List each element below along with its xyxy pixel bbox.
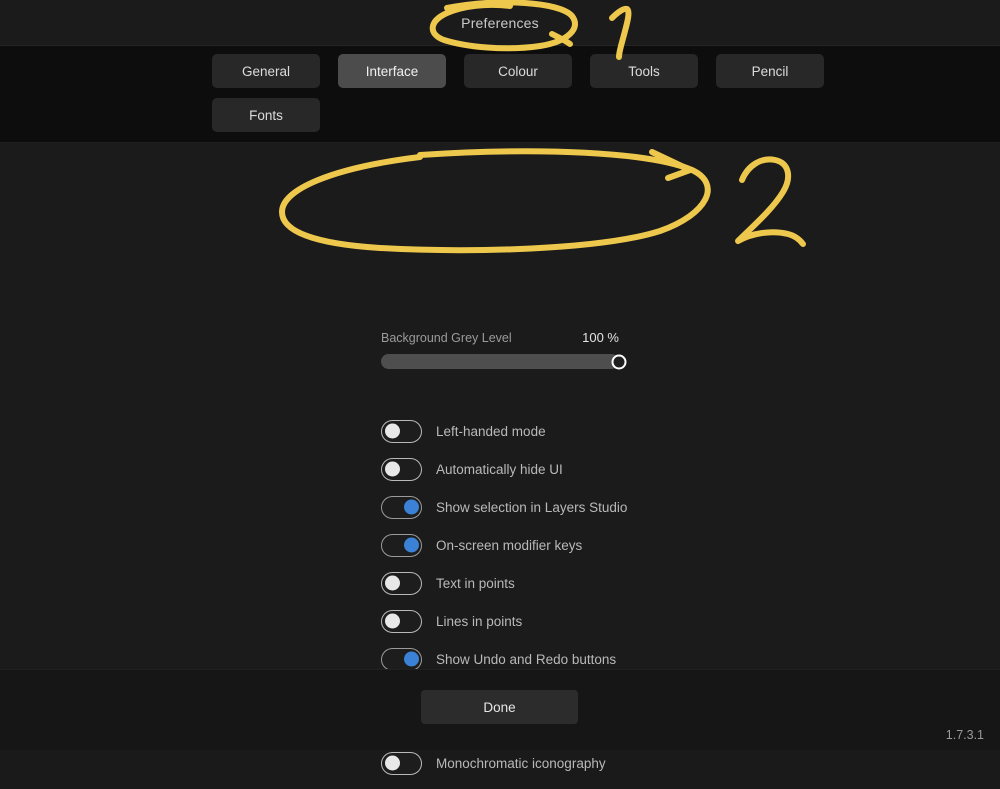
toggle-knob — [384, 613, 400, 629]
toggle-switch[interactable] — [381, 647, 422, 671]
toggle-switch[interactable] — [381, 495, 422, 519]
toggle-row: Text in points — [381, 571, 627, 595]
tab-fonts[interactable]: Fonts — [212, 98, 320, 132]
toggle-label: Monochromatic iconography — [436, 755, 606, 771]
toggle-row: Monochromatic iconography — [381, 751, 627, 775]
page-title: Preferences — [461, 14, 539, 31]
toggle-row: On-screen modifier keys — [381, 533, 627, 557]
slider-knob[interactable] — [611, 354, 627, 369]
toggle-switch[interactable] — [381, 609, 422, 633]
toggle-row: Show Undo and Redo buttons — [381, 647, 627, 671]
toggle-row: Lines in points — [381, 609, 627, 633]
slider-label: Background Grey Level — [381, 331, 512, 345]
toggle-switch[interactable] — [381, 419, 422, 443]
toggle-switch[interactable] — [381, 533, 422, 557]
background-grey-level-control: Background Grey Level 100 % — [381, 330, 627, 369]
tab-general[interactable]: General — [212, 54, 320, 88]
preferences-window: Preferences General Interface Colour Tools P… — [0, 0, 1000, 775]
toggle-label: Automatically hide UI — [436, 461, 563, 477]
toggle-knob — [403, 651, 419, 667]
tab-interface[interactable]: Interface — [338, 54, 446, 88]
tab-bar: General Interface Colour Tools Pencil Fonts — [0, 46, 1000, 143]
toggle-label: Lines in points — [436, 613, 523, 629]
toggle-row: Left-handed mode — [381, 419, 627, 443]
tab-pencil[interactable]: Pencil — [716, 54, 824, 88]
tab-row-primary: General Interface Colour Tools Pencil — [212, 54, 1000, 88]
tab-row-secondary: Fonts — [212, 98, 1000, 132]
tab-colour[interactable]: Colour — [464, 54, 572, 88]
version-label: 1.7.3.1 — [945, 728, 984, 742]
toggle-knob — [384, 575, 400, 591]
toggle-knob — [403, 499, 419, 515]
tab-tools[interactable]: Tools — [590, 54, 698, 88]
background-grey-level-slider[interactable] — [381, 354, 627, 369]
interface-settings-panel: Background Grey Level 100 % Left-handed … — [0, 143, 1000, 775]
slider-value: 100 % — [582, 330, 619, 345]
toggle-switch[interactable] — [381, 751, 422, 775]
toggle-switch[interactable] — [381, 457, 422, 481]
toggle-row: Show selection in Layers Studio — [381, 495, 627, 519]
slider-header: Background Grey Level 100 % — [381, 330, 619, 345]
done-button[interactable]: Done — [421, 690, 578, 724]
toggle-label: Text in points — [436, 575, 515, 591]
toggle-knob — [384, 423, 400, 439]
toggle-label: Show selection in Layers Studio — [436, 499, 628, 515]
toggle-switch[interactable] — [381, 571, 422, 595]
toggle-label: Show Undo and Redo buttons — [436, 651, 617, 667]
toggle-knob — [384, 755, 400, 771]
titlebar: Preferences — [0, 0, 1000, 46]
toggle-knob — [384, 461, 400, 477]
toggle-label: Left-handed mode — [436, 423, 546, 439]
footer: Done 1.7.3.1 — [0, 669, 1000, 750]
toggle-label: On-screen modifier keys — [436, 537, 583, 553]
toggle-knob — [403, 537, 419, 553]
toggle-row: Automatically hide UI — [381, 457, 627, 481]
